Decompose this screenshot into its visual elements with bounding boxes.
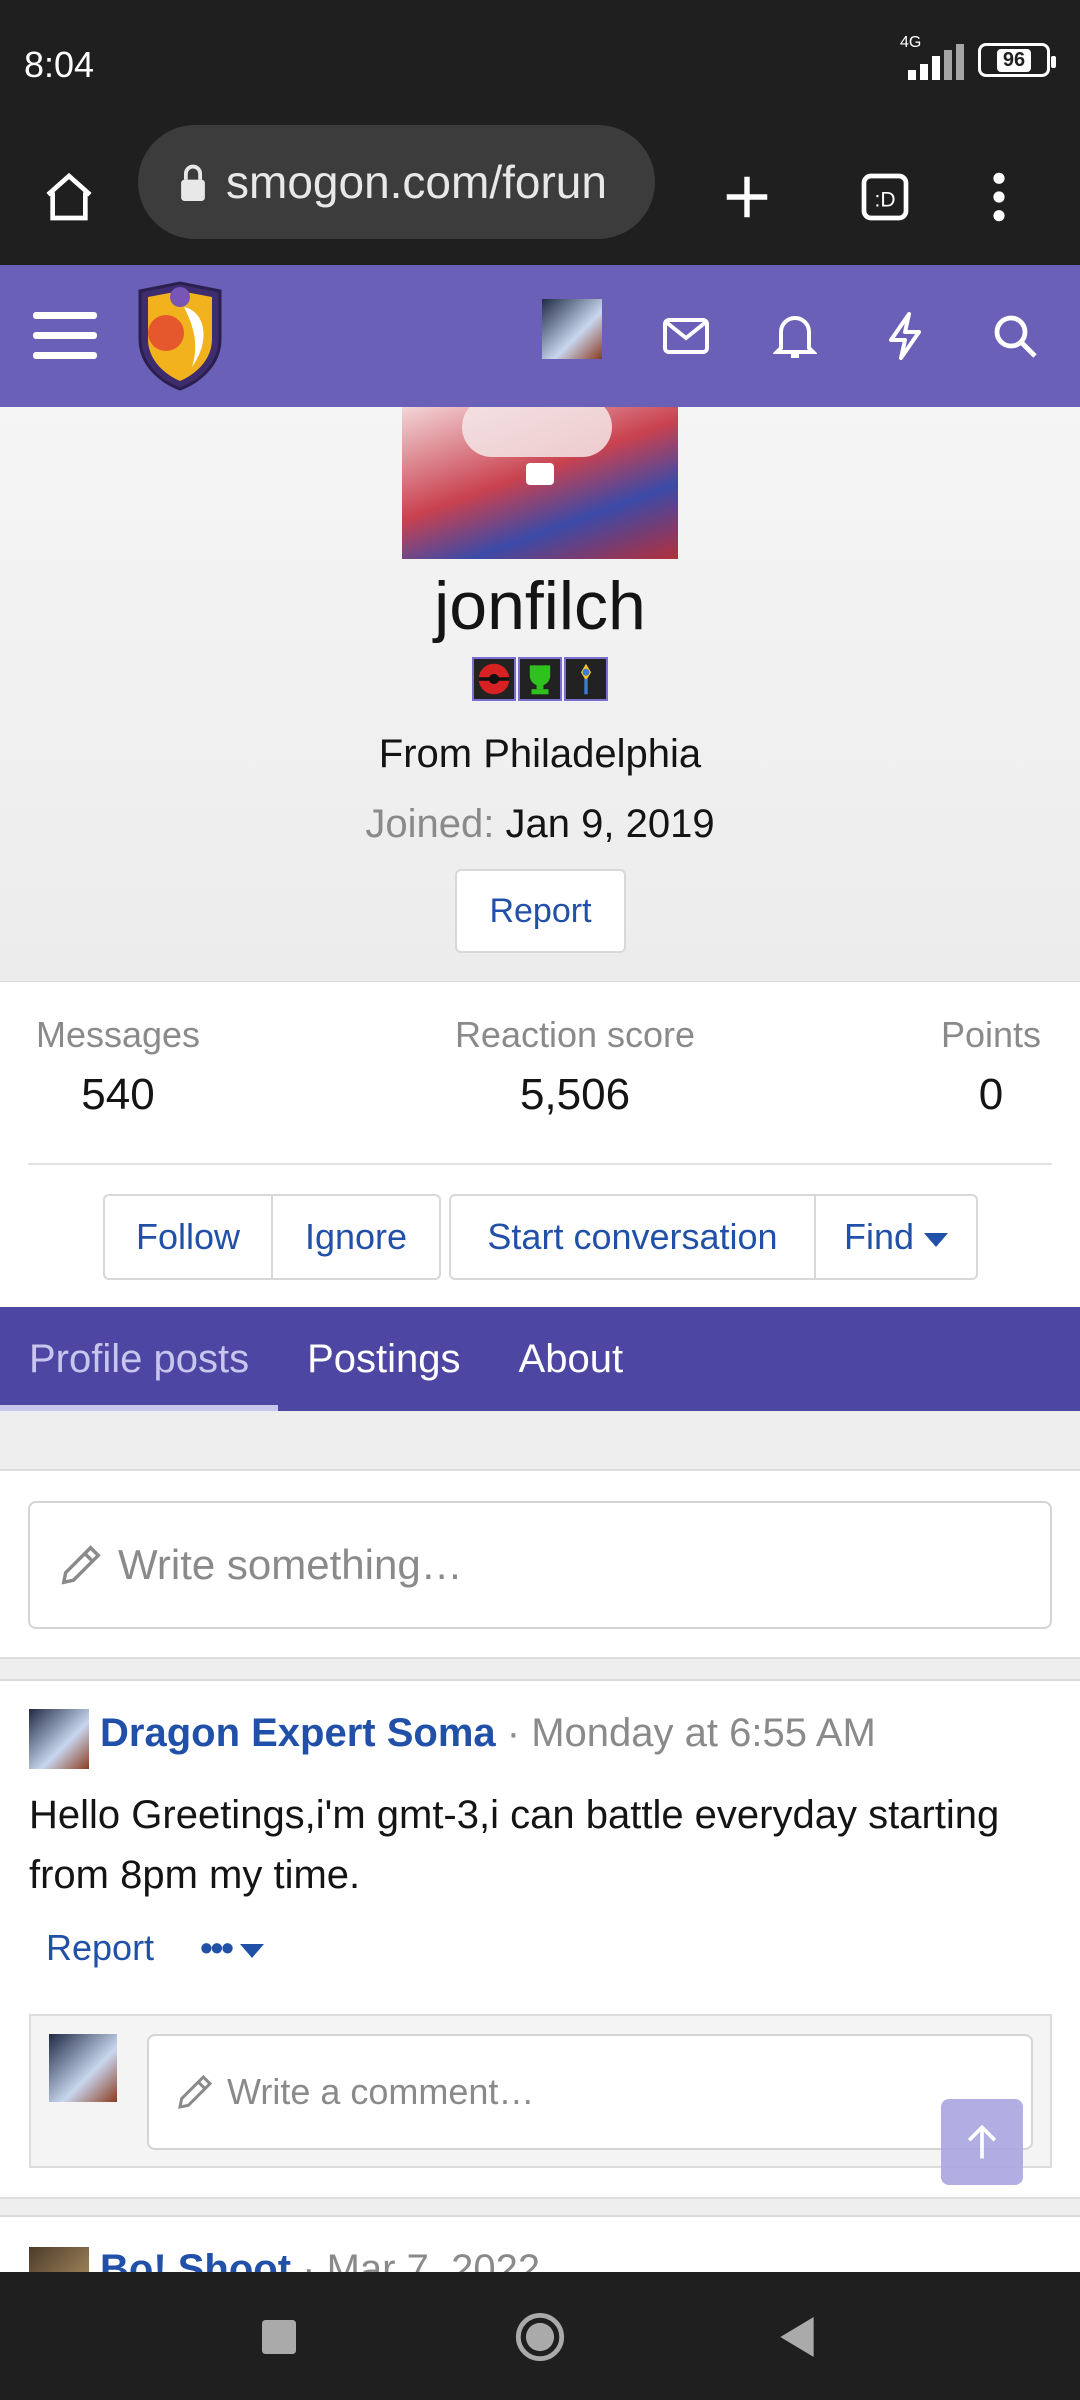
home-icon[interactable] bbox=[24, 152, 114, 242]
tab-about[interactable]: About bbox=[490, 1307, 653, 1411]
section-gap bbox=[0, 1659, 1080, 1681]
follow-button[interactable]: Follow bbox=[103, 1194, 273, 1280]
write-placeholder: Write something… bbox=[118, 1541, 463, 1588]
battery-icon: 96 bbox=[978, 43, 1056, 77]
post-header: Dragon Expert Soma · Monday at 6:55 AM bbox=[100, 1711, 876, 1756]
svg-text::D: :D bbox=[875, 188, 896, 211]
recents-icon[interactable] bbox=[244, 2302, 314, 2372]
new-profile-post: Write something… bbox=[0, 1471, 1080, 1659]
pencil-icon bbox=[58, 1542, 104, 1588]
divider bbox=[28, 1163, 1052, 1165]
site-logo[interactable] bbox=[132, 279, 228, 391]
site-header bbox=[0, 265, 1080, 407]
whats-new-bolt-icon[interactable] bbox=[870, 301, 940, 371]
inbox-icon[interactable] bbox=[651, 301, 721, 371]
post-separator: · bbox=[291, 2247, 327, 2272]
status-bar: 8:04 4G 96 bbox=[0, 0, 1080, 130]
post-separator: · bbox=[495, 1711, 532, 1755]
follow-ignore-group: Follow Ignore bbox=[103, 1194, 441, 1280]
scroll-to-top-button[interactable] bbox=[941, 2099, 1023, 2185]
network-type: 4G bbox=[900, 34, 922, 51]
profile-post: Dragon Expert Soma · Monday at 6:55 AM H… bbox=[0, 1681, 1080, 2197]
joined-label: Joined: bbox=[365, 802, 495, 846]
more-options-icon[interactable] bbox=[954, 152, 1044, 242]
comment-area: Write a comment… bbox=[29, 2014, 1052, 2168]
profile-header: jonfilch From Philadelphia Joined: Jan 9… bbox=[0, 407, 1080, 982]
write-something-input[interactable]: Write something… bbox=[28, 1501, 1052, 1629]
search-icon[interactable] bbox=[980, 301, 1050, 371]
profile-post: Bo! Shoot · Mar 7, 2022 bbox=[0, 2217, 1080, 2272]
user-avatar[interactable] bbox=[542, 299, 602, 359]
arrow-up-icon bbox=[960, 2120, 1004, 2164]
profile-avatar[interactable] bbox=[402, 407, 678, 559]
profile-joined: Joined: Jan 9, 2019 bbox=[0, 802, 1080, 847]
status-icons: 4G 96 bbox=[900, 34, 1056, 80]
stat-messages-value: 540 bbox=[81, 1070, 155, 1119]
profile-tabs: Profile posts Postings About bbox=[0, 1307, 1080, 1411]
post-report-link[interactable]: Report bbox=[46, 1927, 154, 1969]
write-comment-input[interactable]: Write a comment… bbox=[147, 2034, 1033, 2150]
notifications-bell-icon[interactable] bbox=[760, 301, 830, 371]
section-gap bbox=[0, 1411, 1080, 1471]
section-gap bbox=[0, 2197, 1080, 2217]
post-author-avatar[interactable] bbox=[29, 1709, 89, 1769]
stat-reaction-label: Reaction score bbox=[454, 1014, 696, 1055]
stat-messages[interactable]: Messages 540 bbox=[28, 1014, 208, 1120]
menu-icon[interactable] bbox=[30, 301, 100, 371]
new-tab-icon[interactable] bbox=[702, 152, 792, 242]
commenter-avatar bbox=[49, 2034, 117, 2102]
pencil-icon bbox=[175, 2072, 215, 2112]
stat-reaction-value: 5,506 bbox=[519, 1070, 631, 1119]
find-label: Find bbox=[843, 1216, 915, 1257]
stat-points-value: 0 bbox=[978, 1070, 1004, 1119]
post-body: Hello Greetings,i'm gmt-3,i can battle e… bbox=[29, 1793, 1000, 1897]
post-more-menu[interactable]: ••• bbox=[200, 1927, 264, 1969]
report-profile-button[interactable]: Report bbox=[455, 869, 626, 953]
post-actions: Report ••• bbox=[46, 1927, 264, 1969]
tab-switcher-icon[interactable]: :D bbox=[840, 152, 930, 242]
tab-postings[interactable]: Postings bbox=[278, 1307, 489, 1411]
url-text: smogon.com/forun bbox=[226, 156, 607, 208]
stat-points-label: Points bbox=[940, 1014, 1042, 1055]
post-header: Bo! Shoot · Mar 7, 2022 bbox=[100, 2247, 540, 2272]
profile-stats: Messages 540 Reaction score 5,506 Points… bbox=[0, 982, 1080, 1307]
cell-signal-icon: 4G bbox=[900, 34, 966, 80]
stat-reaction-score[interactable]: Reaction score 5,506 bbox=[420, 1014, 730, 1120]
comment-placeholder: Write a comment… bbox=[227, 2071, 535, 2112]
badge-pokeball-icon bbox=[472, 657, 516, 701]
joined-date: Jan 9, 2019 bbox=[505, 802, 715, 846]
post-time[interactable]: Monday at 6:55 AM bbox=[531, 1711, 876, 1755]
user-badges bbox=[472, 657, 608, 701]
post-author-link[interactable]: Dragon Expert Soma bbox=[100, 1711, 496, 1755]
stat-points[interactable]: Points 0 bbox=[930, 1014, 1052, 1120]
address-bar[interactable]: smogon.com/forun bbox=[138, 125, 655, 239]
profile-location: From Philadelphia bbox=[378, 732, 702, 776]
badge-trophy-icon bbox=[518, 657, 562, 701]
more-dots-icon: ••• bbox=[200, 1927, 234, 1968]
conversation-find-group: Start conversation Find bbox=[449, 1194, 978, 1280]
status-time: 8:04 bbox=[24, 44, 95, 85]
start-conversation-button[interactable]: Start conversation bbox=[449, 1194, 816, 1280]
find-dropdown-button[interactable]: Find bbox=[816, 1194, 978, 1280]
post-time[interactable]: Mar 7, 2022 bbox=[327, 2247, 540, 2272]
post-author-avatar[interactable] bbox=[29, 2247, 89, 2272]
tab-profile-posts[interactable]: Profile posts bbox=[0, 1307, 279, 1411]
badge-staff-icon bbox=[564, 657, 608, 701]
lock-icon bbox=[178, 163, 208, 201]
stat-messages-label: Messages bbox=[35, 1014, 201, 1055]
home-button-icon[interactable] bbox=[505, 2302, 575, 2372]
battery-level: 96 bbox=[996, 48, 1032, 72]
profile-username: jonfilch bbox=[434, 568, 646, 644]
system-nav-bar bbox=[0, 2272, 1080, 2400]
post-author-link[interactable]: Bo! Shoot bbox=[100, 2247, 291, 2272]
ignore-button[interactable]: Ignore bbox=[273, 1194, 441, 1280]
back-icon[interactable] bbox=[762, 2302, 832, 2372]
caret-down-icon bbox=[239, 1927, 264, 1969]
caret-down-icon bbox=[924, 1216, 949, 1258]
